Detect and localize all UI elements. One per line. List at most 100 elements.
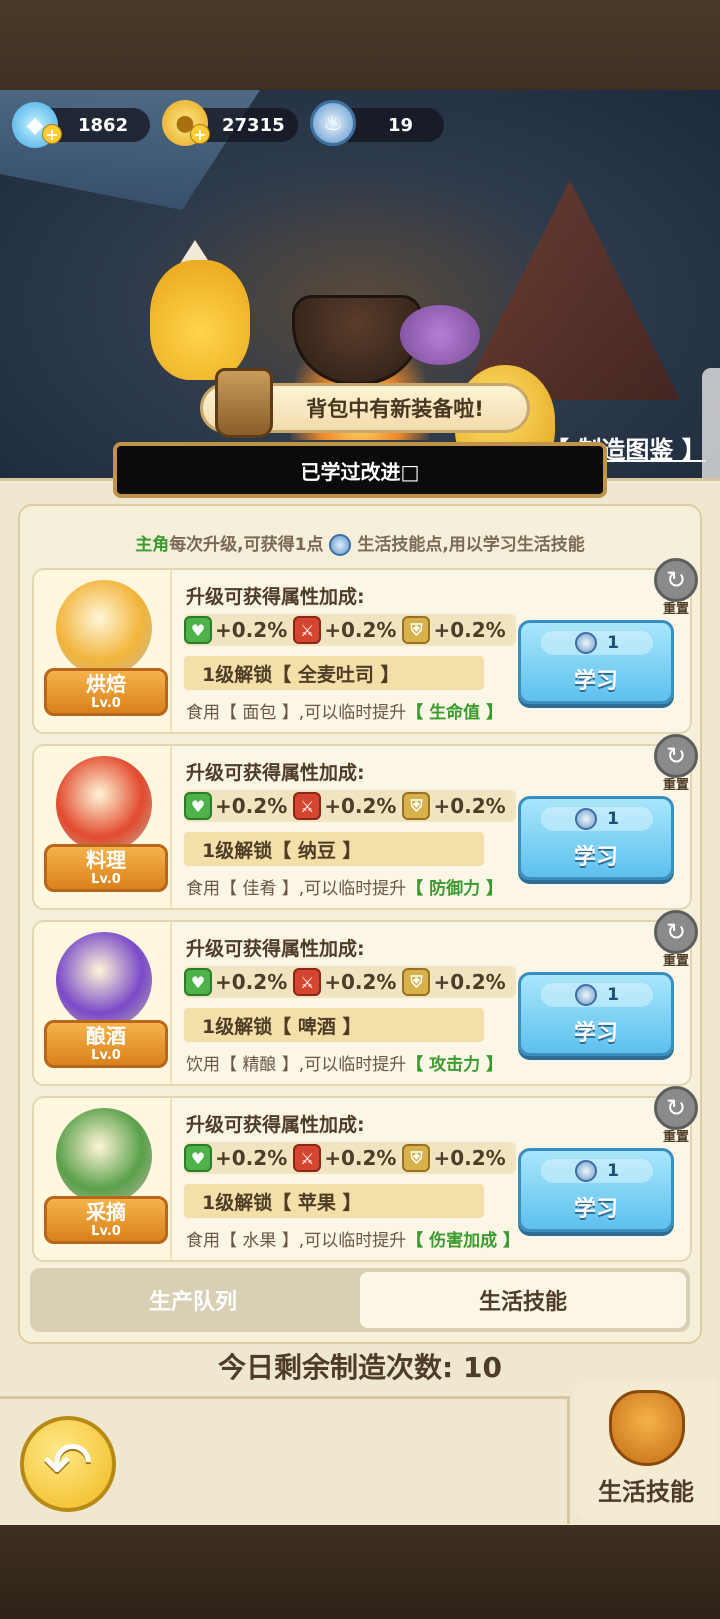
attack-bonus-value: +0.2% bbox=[324, 1146, 397, 1170]
heart-icon: ♥ bbox=[184, 1144, 212, 1172]
learn-button[interactable]: 1 学习 bbox=[518, 796, 674, 880]
skill-card: 酿酒 Lv.0 升级可获得属性加成: ♥ +0.2% ⚔ +0.2% ⛨ +0.… bbox=[32, 910, 698, 1086]
consume-stat: 【 伤害加成 】 bbox=[406, 1231, 521, 1251]
attribute-title: 升级可获得属性加成: bbox=[186, 938, 365, 960]
skill-name: 烘焙 bbox=[86, 672, 126, 696]
remaining-count: 10 bbox=[462, 1351, 502, 1384]
learn-cost: 1 bbox=[541, 631, 653, 655]
tab-life-skills[interactable]: 生活技能 bbox=[360, 1272, 686, 1328]
attack-bonus: ⚔ +0.2% bbox=[293, 792, 396, 820]
heart-icon: ♥ bbox=[184, 968, 212, 996]
learn-button[interactable]: 1 学习 bbox=[518, 620, 674, 704]
reset-label: 重置 bbox=[662, 778, 689, 793]
skill-point-icon bbox=[575, 808, 598, 830]
consume-stat: 【 防御力 】 bbox=[406, 879, 504, 899]
hp-bonus-value: +0.2% bbox=[215, 1146, 288, 1170]
hp-bonus: ♥ +0.2% bbox=[184, 968, 287, 996]
attribute-title: 升级可获得属性加成: bbox=[186, 1114, 365, 1136]
consume-effect: 食用【 佳肴 】,可以临时提升【 防御力 】 bbox=[186, 874, 503, 899]
consume-text: 食用【 佳肴 】,可以临时提升 bbox=[186, 879, 407, 899]
skill-portrait: 酿酒 Lv.0 bbox=[34, 922, 172, 1084]
heart-icon: ♥ bbox=[184, 616, 212, 644]
add-diamond-icon[interactable]: + bbox=[42, 124, 62, 144]
skill-name-badge: 采摘 Lv.0 bbox=[44, 1196, 168, 1244]
shield-icon: ⛨ bbox=[402, 792, 431, 820]
consume-stat: 【 攻击力 】 bbox=[406, 1055, 504, 1075]
skill-character-icon bbox=[56, 1108, 152, 1204]
wizard-character bbox=[150, 260, 250, 380]
reset-icon: ↻ bbox=[654, 1086, 698, 1130]
add-gold-icon[interactable]: + bbox=[190, 124, 210, 144]
reset-button[interactable]: ↻ 重置 bbox=[650, 910, 702, 969]
backpack-icon[interactable] bbox=[215, 368, 273, 438]
attack-bonus-value: +0.2% bbox=[324, 794, 397, 818]
hp-bonus: ♥ +0.2% bbox=[184, 792, 287, 820]
attack-bonus: ⚔ +0.2% bbox=[293, 616, 396, 644]
reset-icon: ↻ bbox=[654, 558, 698, 602]
skill-character-icon bbox=[56, 756, 152, 852]
skill-portrait: 采摘 Lv.0 bbox=[34, 1098, 172, 1260]
learn-label: 学习 bbox=[573, 1197, 618, 1222]
consume-effect: 食用【 面包 】,可以临时提升【 生命值 】 bbox=[186, 698, 503, 723]
sword-icon: ⚔ bbox=[293, 1144, 322, 1172]
skill-name-badge: 烘焙 Lv.0 bbox=[44, 668, 168, 716]
skill-point-icon bbox=[575, 632, 598, 654]
consume-stat: 【 生命值 】 bbox=[406, 703, 504, 723]
defense-bonus: ⛨ +0.2% bbox=[402, 968, 506, 996]
sword-icon: ⚔ bbox=[293, 792, 322, 820]
shield-icon: ⛨ bbox=[402, 1144, 431, 1172]
cooking-pot-icon bbox=[609, 1390, 685, 1466]
learn-cost: 1 bbox=[541, 807, 653, 831]
attribute-bonuses: ♥ +0.2% ⚔ +0.2% ⛨ +0.2% bbox=[184, 614, 516, 646]
defense-bonus: ⛨ +0.2% bbox=[402, 1144, 506, 1172]
ladybug-character bbox=[400, 305, 480, 365]
reset-button[interactable]: ↻ 重置 bbox=[650, 734, 702, 793]
bottom-tabs: 生产队列 生活技能 bbox=[30, 1268, 690, 1332]
consume-effect: 饮用【 精酿 】,可以临时提升【 攻击力 】 bbox=[186, 1050, 503, 1075]
skill-name-badge: 料理 Lv.0 bbox=[44, 844, 168, 892]
hp-bonus: ♥ +0.2% bbox=[184, 1144, 287, 1172]
skill-point-hint: 主角每次升级,可获得1点 生活技能点,用以学习生活技能 bbox=[0, 530, 720, 556]
sword-icon: ⚔ bbox=[293, 968, 322, 996]
learn-button[interactable]: 1 学习 bbox=[518, 972, 674, 1056]
reset-button[interactable]: ↻ 重置 bbox=[650, 1086, 702, 1145]
defense-bonus-value: +0.2% bbox=[433, 618, 506, 642]
hp-bonus-value: +0.2% bbox=[215, 970, 288, 994]
skill-level: Lv.0 bbox=[91, 1224, 121, 1239]
back-button[interactable]: ↶ bbox=[20, 1416, 116, 1512]
learned-improvements-tab[interactable]: 已学过改进□ bbox=[113, 442, 607, 498]
remaining-label: 今日剩余制造次数: bbox=[218, 1351, 454, 1384]
skill-name: 酿酒 bbox=[86, 1024, 126, 1048]
attack-bonus-value: +0.2% bbox=[324, 970, 397, 994]
hint-part2: 生活技能点,用以学习生活技能 bbox=[357, 535, 585, 555]
learn-cost-value: 1 bbox=[607, 633, 619, 653]
skill-name: 料理 bbox=[86, 848, 126, 872]
skill-level: Lv.0 bbox=[91, 872, 121, 887]
chef-token-value: 19 bbox=[388, 114, 414, 136]
skill-point-icon bbox=[575, 984, 598, 1006]
unlock-reward: 1级解锁【 啤酒 】 bbox=[184, 1008, 484, 1042]
learn-button[interactable]: 1 学习 bbox=[518, 1148, 674, 1232]
heart-icon: ♥ bbox=[184, 792, 212, 820]
attack-bonus: ⚔ +0.2% bbox=[293, 1144, 396, 1172]
shield-icon: ⛨ bbox=[402, 616, 431, 644]
defense-bonus-value: +0.2% bbox=[433, 794, 506, 818]
life-skill-corner-button[interactable]: 生活技能 bbox=[575, 1380, 717, 1520]
skill-character-icon bbox=[56, 580, 152, 676]
gold-value: 27315 bbox=[222, 114, 285, 136]
learn-label: 学习 bbox=[573, 1021, 618, 1046]
skill-name-badge: 酿酒 Lv.0 bbox=[44, 1020, 168, 1068]
skill-point-icon bbox=[575, 1160, 598, 1182]
skill-portrait: 烘焙 Lv.0 bbox=[34, 570, 172, 732]
attribute-bonuses: ♥ +0.2% ⚔ +0.2% ⛨ +0.2% bbox=[184, 790, 516, 822]
tab-production-queue[interactable]: 生产队列 bbox=[30, 1268, 356, 1332]
reset-button[interactable]: ↻ 重置 bbox=[650, 558, 702, 617]
new-equipment-text: 背包中有新装备啦! bbox=[306, 397, 484, 421]
hp-bonus-value: +0.2% bbox=[215, 618, 288, 642]
hint-part1: 每次升级,可获得1点 bbox=[169, 535, 324, 555]
back-arrow-icon: ↶ bbox=[42, 1429, 94, 1499]
reset-icon: ↻ bbox=[654, 910, 698, 954]
defense-bonus: ⛨ +0.2% bbox=[402, 616, 506, 644]
consume-text: 食用【 水果 】,可以临时提升 bbox=[186, 1231, 407, 1251]
skill-name: 采摘 bbox=[86, 1200, 126, 1224]
